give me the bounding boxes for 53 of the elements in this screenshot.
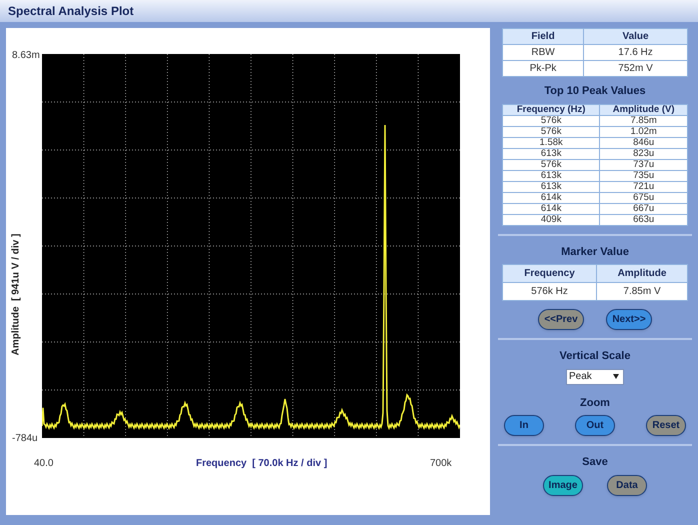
table-cell: 17.6 Hz bbox=[584, 44, 688, 60]
table-cell: 7.85m bbox=[600, 115, 688, 126]
table-cell: 752m V bbox=[584, 60, 688, 76]
table-cell: 576k Hz bbox=[502, 282, 597, 300]
table-cell: 721u bbox=[600, 181, 688, 192]
y-min-label: -784u bbox=[12, 432, 38, 446]
window-title: Spectral Analysis Plot bbox=[0, 0, 698, 22]
dropdown-caret-icon bbox=[613, 374, 619, 379]
column-header: Frequency (Hz) bbox=[502, 104, 600, 115]
table-cell: 614k bbox=[502, 192, 600, 203]
table-cell: Pk-Pk bbox=[502, 60, 584, 76]
column-header: Frequency bbox=[502, 264, 597, 282]
y-max-label: 8.63m bbox=[12, 49, 40, 63]
table-cell: 576k bbox=[502, 115, 600, 126]
column-header: Amplitude bbox=[596, 264, 688, 282]
table-cell: 613k bbox=[502, 170, 600, 181]
x-max-label: 700k bbox=[430, 457, 452, 471]
table-cell: 614k bbox=[502, 203, 600, 214]
table-cell: 7.85m V bbox=[596, 282, 688, 300]
table-cell: 846u bbox=[600, 137, 688, 148]
section-title: Zoom bbox=[579, 396, 611, 410]
action-button[interactable]: In bbox=[504, 415, 544, 436]
table-cell: 667u bbox=[600, 203, 688, 214]
section-title: Marker Value bbox=[560, 244, 630, 260]
table-cell: 1.02m bbox=[600, 126, 688, 137]
table-cell: 735u bbox=[600, 170, 688, 181]
table-cell: 1.58k bbox=[502, 137, 600, 148]
column-header: Amplitude (V) bbox=[600, 104, 688, 115]
table-cell: 409k bbox=[502, 214, 600, 225]
x-axis-title: Frequency [ 70.0k Hz / div ] bbox=[196, 457, 328, 471]
table-cell: 737u bbox=[600, 159, 688, 170]
column-header: Field bbox=[502, 28, 584, 44]
column-header: Value bbox=[584, 28, 688, 44]
action-button[interactable]: Reset bbox=[646, 415, 686, 436]
action-button[interactable]: Data bbox=[607, 474, 647, 496]
action-button[interactable]: Next>> bbox=[606, 309, 652, 330]
table-cell: 675u bbox=[600, 192, 688, 203]
section-title: Vertical Scale bbox=[558, 349, 632, 364]
table-cell: 613k bbox=[502, 148, 600, 159]
action-button[interactable]: Out bbox=[575, 415, 615, 436]
y-axis-title: Amplitude [ 941u V / div ] bbox=[10, 233, 22, 355]
scale-dropdown[interactable]: Peak bbox=[566, 368, 624, 384]
action-button[interactable]: Image bbox=[543, 474, 583, 496]
x-min-label: 40.0 bbox=[34, 457, 54, 471]
table-cell: 663u bbox=[600, 214, 688, 225]
table-cell: RBW bbox=[502, 44, 584, 60]
section-title: Top 10 Peak Values bbox=[543, 84, 647, 99]
table-cell: 576k bbox=[502, 159, 600, 170]
section-title: Save bbox=[581, 455, 609, 470]
table-cell: 823u bbox=[600, 148, 688, 159]
table-cell: 613k bbox=[502, 181, 600, 192]
action-button[interactable]: <<Prev bbox=[538, 309, 584, 330]
table-cell: 576k bbox=[502, 126, 600, 137]
